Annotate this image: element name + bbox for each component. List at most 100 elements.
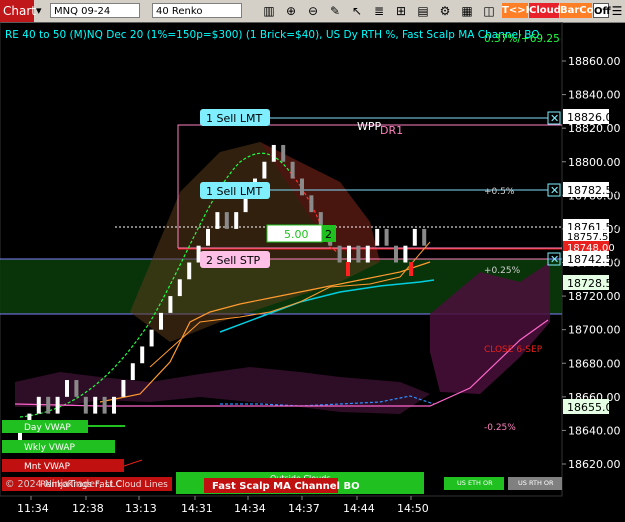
renko-brick (130, 363, 135, 381)
time-axis-label: 14:37 (288, 502, 320, 515)
order-tag-1-label: 1 Sell LMT (206, 112, 262, 125)
day-vwap-bar: Day VWAP (2, 420, 88, 433)
close-icon: ✕ (550, 184, 559, 197)
plus025-label: +0.25% (484, 266, 521, 276)
day-vwap-label: Day VWAP (24, 423, 71, 433)
dr1-label: DR1 (380, 124, 403, 137)
off-button[interactable]: Off (593, 3, 611, 18)
renko-brick (347, 245, 351, 263)
price-label-6-text: 18742.50 (567, 253, 620, 266)
renko-brick (281, 144, 286, 162)
menu-icon[interactable]: ☰ (610, 4, 624, 18)
us-rth-bar: US RTH OR (508, 477, 562, 490)
time-axis-label: 14:44 (343, 502, 375, 515)
cancel-order-3-button[interactable]: ✕ (547, 252, 561, 266)
bar-type-selector[interactable]: 40 Renko (152, 3, 242, 18)
price-axis-label: 18800.00 (568, 156, 621, 169)
price-axis-label: 18680.00 (568, 357, 621, 370)
us-eth-bar: US ETH OR (444, 477, 504, 490)
renko-brick (159, 312, 163, 330)
order-tag-3-label: 2 Sell STP (206, 254, 261, 267)
us-eth-label: US ETH OR (457, 479, 493, 487)
position-qty: 2 (325, 228, 332, 241)
close-icon: ✕ (550, 112, 559, 125)
bar-chart-icon[interactable]: ▥ (262, 4, 276, 18)
price-label-8: 18655.07 (563, 399, 620, 414)
order-tag-2[interactable]: 1 Sell LMT (200, 182, 270, 199)
renko-brick (422, 228, 427, 246)
time-axis-label: 13:13 (125, 502, 157, 515)
renko-brick (309, 195, 314, 213)
renko-brick (394, 245, 398, 263)
renko-brick (74, 380, 79, 397)
renko-brick (206, 228, 210, 246)
us-rth-label: US RTH OR (518, 479, 554, 487)
renko-brick (168, 296, 173, 313)
renko-brick (375, 228, 380, 246)
cloud-button[interactable]: Cloud (529, 3, 561, 18)
renko-brick (83, 396, 88, 414)
zoom-out-icon[interactable]: ⊖ (306, 4, 320, 18)
order-tag-3[interactable]: 2 Sell STP (200, 251, 270, 268)
instrument-selector[interactable]: MNQ 09-24 (50, 3, 140, 18)
renko-brick (140, 346, 145, 364)
pct-label: 0.37%/+69.25 (484, 33, 560, 45)
strategy-icon[interactable]: ⚙ (438, 4, 452, 18)
order-icon[interactable]: ◫ (482, 4, 496, 18)
cancel-order-1-button[interactable]: ✕ (547, 111, 561, 125)
wkly-vwap-bar: Wkly VWAP (2, 440, 115, 453)
cancel-order-2-button[interactable]: ✕ (547, 183, 561, 197)
renko-brick (112, 396, 116, 414)
renko-brick (356, 245, 361, 263)
close-sep-label: CLOSE 6-SEP (484, 345, 543, 355)
chevron-down-icon[interactable]: ▾ (36, 4, 42, 17)
toolbar: Chart ▾ MNQ 09-24 40 Renko ▥ ⊕ ⊖ ✎ ↖ ≣ ⊞… (0, 0, 625, 23)
plus05-label: +0.5% (484, 187, 515, 197)
grid-icon[interactable]: ▦ (460, 4, 474, 18)
renko-brick (403, 245, 408, 263)
renko-brick (36, 396, 41, 414)
draw-icon[interactable]: ✎ (328, 4, 342, 18)
zoom-icon[interactable]: ⊕ (284, 4, 298, 18)
renko-brick (65, 380, 69, 397)
price-axis-label: 18820.00 (568, 122, 621, 135)
indicators-icon[interactable]: ▤ (416, 4, 430, 18)
price-axis-label: 18700.00 (568, 324, 621, 337)
properties-icon[interactable]: ≣ (372, 4, 386, 18)
renko-kings-label: RenkoKings Fast Cloud Lines (40, 480, 168, 490)
renko-brick (93, 396, 98, 414)
wkly-vwap-label: Wkly VWAP (24, 443, 76, 453)
chart-tab[interactable]: Chart (0, 0, 36, 22)
renko-brick (177, 279, 182, 297)
time-axis-label: 14:31 (181, 502, 213, 515)
time-axis[interactable]: 11:34 12:38 13:13 14:31 14:34 14:37 14:44 14:50 (17, 496, 429, 515)
price-label-1: 18826.00 (563, 109, 620, 124)
position-value: 5.00 (284, 228, 309, 241)
price-label-7-text: 18728.56 (567, 277, 620, 290)
price-label-2: 18782.50 (563, 182, 620, 197)
close-icon: ✕ (550, 253, 559, 266)
price-axis-label: 18720.00 (568, 290, 621, 303)
renko-brick (55, 396, 60, 414)
barcol-button[interactable]: BarCol (560, 3, 597, 18)
minus025-label: -0.25% (484, 423, 516, 433)
order-tag-2-label: 1 Sell LMT (206, 185, 262, 198)
chart-trader-icon[interactable]: ⊞ (394, 4, 408, 18)
red-marker-1 (346, 262, 350, 276)
order-tag-1[interactable]: 1 Sell LMT (200, 109, 270, 126)
cursor-icon[interactable]: ↖ (350, 4, 364, 18)
mnt-vwap-label: Mnt VWAP (24, 462, 71, 472)
chart-area[interactable]: RE 40 to 50 (M)NQ Dec 20 (1%=150p=$300) … (0, 22, 625, 522)
renko-brick (300, 178, 304, 196)
time-axis-label: 14:50 (397, 502, 429, 515)
renko-brick (384, 228, 389, 246)
time-axis-label: 14:34 (234, 502, 266, 515)
renko-brick (187, 262, 192, 280)
position-box[interactable]: 5.00 2 (266, 224, 336, 243)
price-label-6: 18742.50 (563, 251, 620, 266)
renko-brick (215, 212, 220, 229)
chart-title: RE 40 to 50 (M)NQ Dec 20 (1%=150p=$300) … (5, 29, 540, 41)
tk-button[interactable]: T<>K (502, 3, 533, 18)
renko-brick (224, 212, 229, 229)
renko-brick (271, 144, 276, 162)
